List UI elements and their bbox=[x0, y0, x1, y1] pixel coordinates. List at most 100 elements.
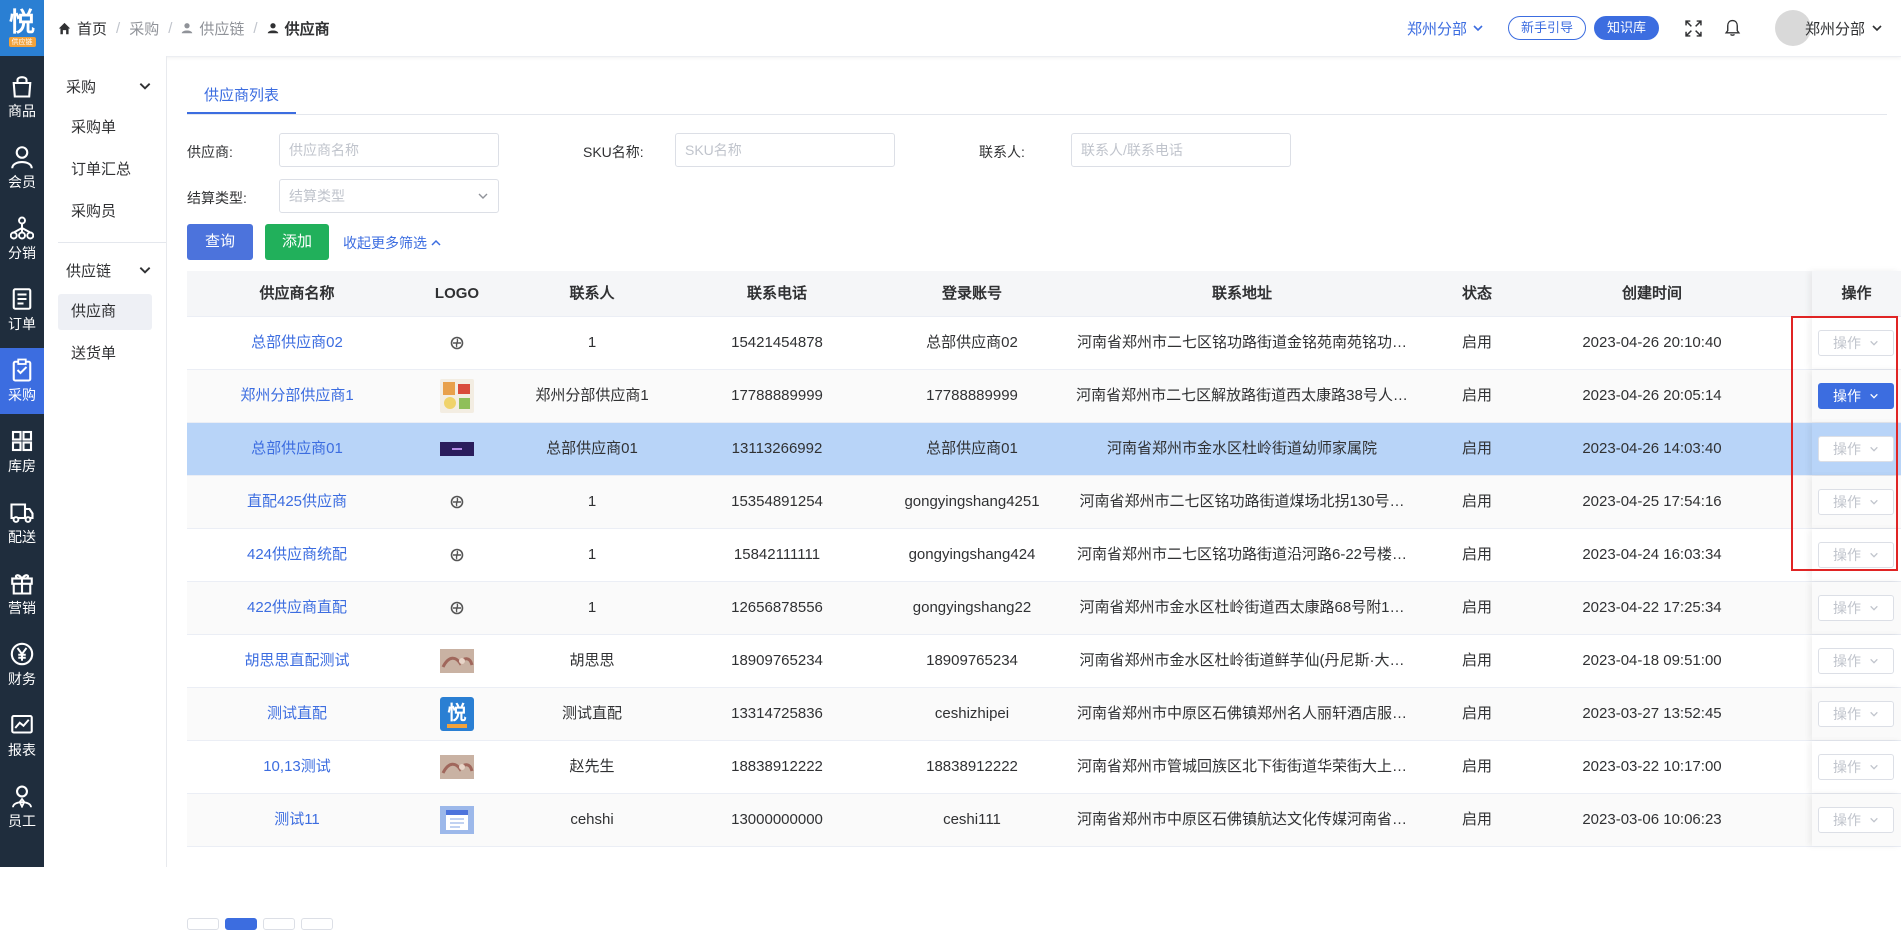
bag-icon bbox=[12, 75, 32, 98]
created-cell: 2023-04-26 20:05:14 bbox=[1582, 387, 1722, 404]
supplier-name-link[interactable]: 总部供应商02 bbox=[187, 317, 407, 369]
created-cell: 2023-04-24 16:03:34 bbox=[1582, 546, 1722, 563]
table-row[interactable]: 测试直配 悦 测试直配 13314725836 ceshizhipei 河南省郑州市中原区… bbox=[187, 688, 1901, 741]
supplier-name-link[interactable]: 422供应商直配 bbox=[187, 582, 407, 634]
knowledge-base-button[interactable]: 知识库 bbox=[1593, 16, 1659, 40]
branch-selector[interactable]: 郑州分部 bbox=[1407, 18, 1484, 39]
supplier-name-link[interactable]: 424供应商统配 bbox=[187, 529, 407, 581]
operation-dropdown-button[interactable]: 操作 bbox=[1818, 595, 1894, 621]
operation-dropdown-button[interactable]: 操作 bbox=[1818, 754, 1894, 780]
rail-item-document[interactable]: 订单 bbox=[0, 277, 44, 343]
logo-glyph: 悦 bbox=[8, 7, 35, 37]
supplier-name-link[interactable]: 测试11 bbox=[187, 794, 407, 846]
address-cell: 河南省郑州市管城回族区北下街街道华荣街大上… bbox=[1076, 758, 1407, 775]
operation-dropdown-button[interactable]: 操作 bbox=[1818, 383, 1894, 409]
table-row[interactable]: 总部供应商01 总部供应商01 13113266992 总部供应商01 河南省郑州市金水… bbox=[187, 423, 1901, 476]
address-cell: 河南省郑州市中原区石佛镇航达文化传媒河南省… bbox=[1076, 811, 1407, 828]
guide-button[interactable]: 新手引导 bbox=[1507, 16, 1586, 40]
rail-item-gift[interactable]: 营销 bbox=[0, 561, 44, 627]
collapse-filters-link[interactable]: 收起更多筛选 bbox=[343, 233, 442, 253]
contact-cell: 郑州分部供应商1 bbox=[535, 387, 649, 404]
operation-dropdown-button[interactable]: 操作 bbox=[1818, 436, 1894, 462]
subnav-group-purchase[interactable]: 采购 bbox=[44, 68, 166, 104]
account-cell: gongyingshang4251 bbox=[904, 493, 1040, 510]
add-button[interactable]: 添加 bbox=[265, 224, 329, 260]
supplier-name-link[interactable]: 胡思思直配测试 bbox=[187, 635, 407, 687]
operation-dropdown-button[interactable]: 操作 bbox=[1818, 330, 1894, 356]
logo-cell bbox=[407, 741, 507, 793]
phone-cell: 15842111111 bbox=[733, 546, 821, 563]
pager-page-1[interactable] bbox=[225, 918, 257, 930]
supplier-name-link[interactable]: 测试直配 bbox=[187, 688, 407, 740]
chevron-down-icon[interactable] bbox=[1871, 22, 1883, 34]
subnav-item-order-summary[interactable]: 订单汇总 bbox=[58, 152, 152, 188]
user-name[interactable]: 郑州分部 bbox=[1805, 18, 1865, 39]
tab-supplier-list[interactable]: 供应商列表 bbox=[187, 84, 297, 114]
rail-item-grid[interactable]: 库房 bbox=[0, 419, 44, 485]
grid-icon bbox=[11, 430, 33, 451]
rail-item-network[interactable]: 分销 bbox=[0, 206, 44, 272]
account-cell: 17788889999 bbox=[926, 387, 1018, 404]
col-created: 创建时间 bbox=[1621, 285, 1682, 302]
home-icon bbox=[58, 22, 71, 34]
rail-item-chart[interactable]: 报表 bbox=[0, 703, 44, 769]
supplier-name-link[interactable]: 直配425供应商 bbox=[187, 476, 407, 528]
pager-next[interactable] bbox=[301, 918, 333, 930]
clipboard-icon bbox=[12, 358, 32, 382]
contact-input[interactable] bbox=[1071, 133, 1291, 167]
table-row[interactable]: 郑州分部供应商1 郑州分部供应商1 17788889999 17788889999 河南… bbox=[187, 370, 1901, 423]
operation-dropdown-button[interactable]: 操作 bbox=[1818, 542, 1894, 568]
breadcrumb-home[interactable]: 首页 bbox=[58, 18, 107, 39]
chart-icon bbox=[11, 714, 33, 734]
col-contact: 联系人 bbox=[569, 285, 615, 302]
table-row[interactable]: 总部供应商02 1 15421454878 总部供应商02 河南省郑州市二七区铭功路街道… bbox=[187, 317, 1901, 370]
sku-name-input[interactable] bbox=[675, 133, 895, 167]
fullscreen-button[interactable] bbox=[1685, 19, 1702, 37]
table-row[interactable]: 直配425供应商 1 15354891254 gongyingshang4251 河南省… bbox=[187, 476, 1901, 529]
subnav-item-purchase-order[interactable]: 采购单 bbox=[58, 110, 152, 146]
table-row[interactable]: 胡思思直配测试 胡思思 18909765234 18909765234 河南省郑州市金水… bbox=[187, 635, 1901, 688]
operation-dropdown-button[interactable]: 操作 bbox=[1818, 648, 1894, 674]
table-row[interactable]: 10,13测试 赵先生 18838912222 18838912222 河南省郑州市管城… bbox=[187, 741, 1901, 794]
col-account: 登录账号 bbox=[941, 285, 1002, 302]
supplier-name-link[interactable]: 总部供应商01 bbox=[187, 423, 407, 475]
supplier-logo-thumbnail bbox=[440, 432, 474, 466]
logo-cell bbox=[407, 423, 507, 475]
table-row[interactable]: 424供应商统配 1 15842111111 gongyingshang424 河南省郑… bbox=[187, 529, 1901, 582]
supplier-name-input[interactable] bbox=[279, 133, 499, 167]
table-row[interactable]: 测试11 cehshi 13000000000 ceshi111 河南省郑州市中原区石佛… bbox=[187, 794, 1901, 847]
query-button[interactable]: 查询 bbox=[187, 224, 253, 260]
status-cell: 启用 bbox=[1461, 811, 1492, 828]
account-cell: 总部供应商02 bbox=[926, 334, 1018, 351]
breadcrumb-supply-chain[interactable]: 供应链 bbox=[181, 18, 244, 39]
operation-dropdown-button[interactable]: 操作 bbox=[1818, 701, 1894, 727]
subnav-group-supply-chain[interactable]: 供应链 bbox=[44, 252, 166, 288]
settle-type-select[interactable]: 结算类型 bbox=[279, 179, 499, 213]
pager-prev[interactable] bbox=[187, 918, 219, 930]
table-row[interactable]: 422供应商直配 1 12656878556 gongyingshang22 河南省郑州… bbox=[187, 582, 1901, 635]
contact-cell: 1 bbox=[587, 493, 597, 510]
subnav-item-delivery-note[interactable]: 送货单 bbox=[58, 336, 152, 372]
pager-page-2[interactable] bbox=[263, 918, 295, 930]
sub-nav: 采购 采购单 订单汇总 采购员 供应链 供应商 送货单 bbox=[44, 56, 167, 867]
rail-item-bag[interactable]: 商品 bbox=[0, 64, 44, 130]
rail-item-employee[interactable]: 员工 bbox=[0, 774, 44, 840]
breadcrumb-purchase[interactable]: 采购 bbox=[129, 18, 159, 39]
supplier-name-link[interactable]: 郑州分部供应商1 bbox=[187, 370, 407, 422]
rail-item-user[interactable]: 会员 bbox=[0, 135, 44, 201]
rail-item-truck[interactable]: 配送 bbox=[0, 490, 44, 556]
operation-dropdown-button[interactable]: 操作 bbox=[1818, 807, 1894, 833]
rail-item-yen[interactable]: 财务 bbox=[0, 632, 44, 698]
notification-button[interactable] bbox=[1724, 19, 1741, 37]
settle-type-label: 结算类型: bbox=[187, 190, 247, 206]
contact-cell: 1 bbox=[587, 334, 597, 351]
subnav-item-buyer[interactable]: 采购员 bbox=[58, 194, 152, 230]
operation-dropdown-button[interactable]: 操作 bbox=[1818, 489, 1894, 515]
person-icon bbox=[182, 23, 193, 34]
yen-icon bbox=[10, 642, 34, 665]
supplier-name-link[interactable]: 10,13测试 bbox=[187, 741, 407, 793]
rail-item-clipboard[interactable]: 采购 bbox=[0, 348, 44, 414]
subnav-item-supplier[interactable]: 供应商 bbox=[58, 294, 152, 330]
app-logo[interactable]: 悦 供应链 bbox=[0, 0, 44, 56]
contact-cell: 1 bbox=[587, 599, 597, 616]
